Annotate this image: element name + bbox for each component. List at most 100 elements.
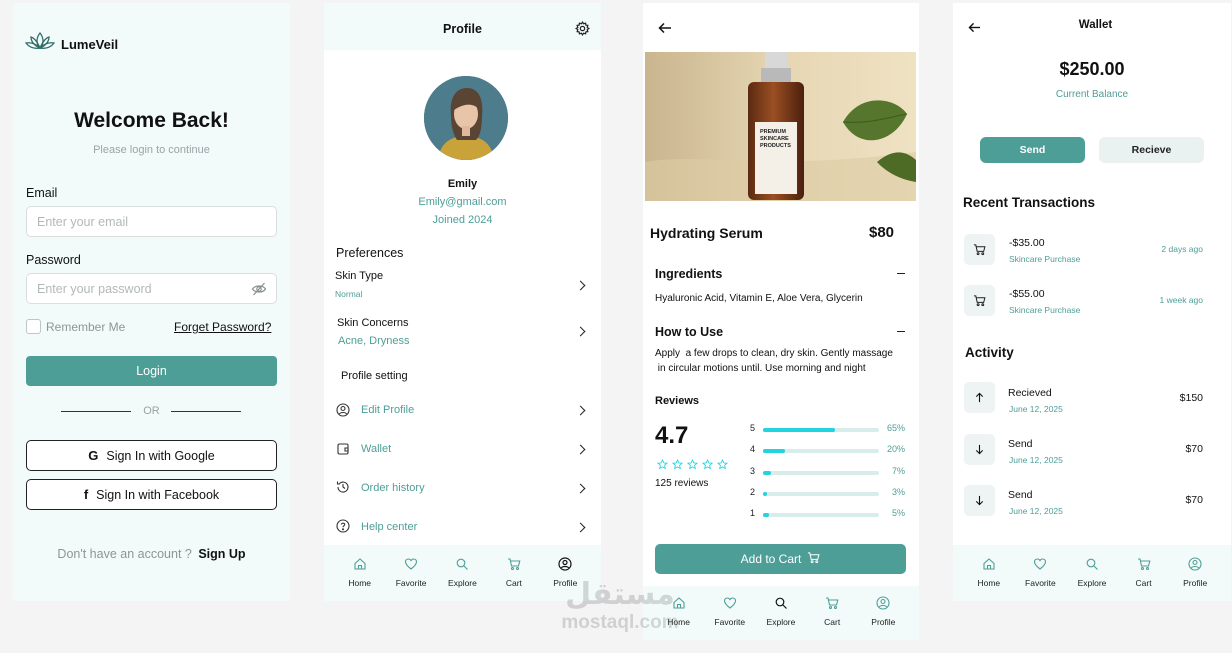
- rating-percent: 5%: [891, 508, 905, 519]
- nav-profile[interactable]: Profile: [1172, 557, 1218, 588]
- remember-checkbox[interactable]: [26, 319, 41, 334]
- eye-off-icon[interactable]: [251, 281, 267, 300]
- gear-icon[interactable]: [575, 21, 590, 41]
- menu-item-label: Wallet: [361, 443, 392, 455]
- nav-label: Favorite: [395, 578, 427, 588]
- facebook-signin-label: Sign In with Facebook: [96, 487, 220, 502]
- email-placeholder: Enter your email: [37, 214, 129, 229]
- heart-icon: [723, 596, 737, 612]
- rating-bar-fill: [763, 470, 771, 475]
- rating-bar-fill: [763, 449, 786, 454]
- product-image: PREMIUM SKINCARE PRODUCTS: [645, 52, 916, 201]
- activity-amount: $150: [1179, 392, 1203, 404]
- activity-row[interactable]: Send June 12, 2025 $70: [953, 433, 1231, 467]
- transaction-row[interactable]: -$55.00 Skincare Purchase 1 week ago: [953, 284, 1231, 318]
- login-screen: LumeVeil Welcome Back! Please login to c…: [13, 3, 290, 601]
- transaction-desc: Skincare Purchase: [1009, 305, 1081, 315]
- menu-item-edit-profile[interactable]: Edit Profile: [324, 401, 601, 423]
- collapse-icon[interactable]: [897, 273, 905, 274]
- help-icon: [336, 519, 350, 538]
- heart-icon: [1033, 557, 1047, 573]
- chevron-right-icon: [575, 483, 586, 494]
- rating-percent: 20%: [886, 444, 905, 455]
- bottle-label-line: PRODUCTS: [760, 143, 791, 149]
- facebook-icon: f: [83, 487, 89, 502]
- add-to-cart-label: Add to Cart: [740, 552, 802, 566]
- rating-percent: 3%: [891, 486, 905, 497]
- avatar: [424, 76, 508, 160]
- preferences-heading: Preferences: [336, 246, 404, 260]
- rating-bar: [763, 513, 879, 518]
- activity-type: Send: [1008, 438, 1033, 450]
- nav-home[interactable]: Home: [966, 557, 1012, 588]
- email-field[interactable]: Enter your email: [26, 206, 277, 237]
- nav-label: Explore: [766, 617, 796, 627]
- profile-setting-heading: Profile setting: [341, 370, 408, 382]
- signup-link[interactable]: Sign Up: [198, 547, 245, 561]
- password-field[interactable]: Enter your password: [26, 273, 277, 304]
- login-button[interactable]: Login: [26, 356, 277, 386]
- transaction-row[interactable]: -$35.00 Skincare Purchase 2 days ago: [953, 233, 1231, 267]
- how-to-use-line: in circular motions until. Use morning a…: [655, 363, 866, 374]
- nav-cart[interactable]: Cart: [809, 596, 855, 627]
- chevron-right-icon: [575, 326, 586, 337]
- nav-home[interactable]: Home: [337, 557, 383, 588]
- activity-date: June 12, 2025: [1009, 404, 1063, 414]
- add-to-cart-button[interactable]: Add to Cart: [655, 544, 906, 574]
- nav-profile[interactable]: Profile: [860, 596, 906, 627]
- home-icon: [982, 557, 996, 573]
- forgot-password-link[interactable]: Forget Password?: [174, 320, 271, 334]
- bottle-label-line: PREMIUM: [760, 129, 786, 135]
- nav-label: Home: [977, 578, 1001, 588]
- receive-button[interactable]: Recieve: [1099, 137, 1204, 163]
- reviews-heading: Reviews: [655, 395, 700, 407]
- rating-bar: [763, 491, 879, 496]
- cart-icon: [825, 596, 839, 612]
- nav-explore[interactable]: Explore: [1069, 557, 1115, 588]
- rating-bar: [763, 470, 879, 475]
- bottle-label-line: SKINCARE: [760, 136, 789, 142]
- facebook-signin-button[interactable]: f Sign In with Facebook: [26, 479, 277, 510]
- activity-heading: Activity: [965, 345, 1014, 360]
- menu-item-wallet[interactable]: Wallet: [324, 440, 601, 462]
- activity-row[interactable]: Recieved June 12, 2025 $150: [953, 381, 1231, 415]
- skin-concerns-label: Skin Concerns: [337, 317, 409, 329]
- rating-star-label: 3: [750, 465, 756, 476]
- nav-cart[interactable]: Cart: [1121, 557, 1167, 588]
- star-icon: [701, 457, 714, 475]
- skin-type-row[interactable]: Skin Type Normal: [324, 265, 601, 303]
- nav-favorite[interactable]: Favorite: [1017, 557, 1063, 588]
- nav-label: Favorite: [714, 617, 746, 627]
- watermark-latin: mostaql.com: [561, 612, 679, 633]
- collapse-icon[interactable]: [897, 331, 905, 332]
- rating-percent: 7%: [891, 465, 905, 476]
- login-button-label: Login: [136, 364, 167, 378]
- cart-icon: [964, 234, 995, 265]
- activity-date: June 12, 2025: [1009, 455, 1063, 465]
- user-circle-icon: [336, 403, 350, 422]
- google-signin-label: Sign In with Google: [106, 448, 215, 463]
- menu-item-order-history[interactable]: Order history: [324, 478, 601, 500]
- nav-label: Explore: [1077, 578, 1107, 588]
- chevron-right-icon: [575, 522, 586, 533]
- nav-label: Favorite: [1025, 578, 1056, 588]
- rating-bar-fill: [763, 428, 835, 432]
- nav-favorite[interactable]: Favorite: [707, 596, 753, 627]
- search-icon: [455, 557, 469, 573]
- nav-favorite[interactable]: Favorite: [388, 557, 434, 588]
- arrow-left-icon[interactable]: [658, 21, 672, 39]
- how-to-use-heading: How to Use: [655, 325, 724, 339]
- activity-type: Send: [1008, 489, 1033, 501]
- nav-cart[interactable]: Cart: [491, 557, 537, 588]
- activity-row[interactable]: Send June 12, 2025 $70: [953, 484, 1231, 518]
- menu-item-help-center[interactable]: Help center: [324, 517, 601, 539]
- ingredients-heading: Ingredients: [655, 267, 723, 281]
- send-button[interactable]: Send: [980, 137, 1085, 163]
- skin-concerns-row[interactable]: Skin Concerns Acne, Dryness: [324, 311, 601, 349]
- nav-label: Profile: [871, 617, 896, 627]
- nav-explore[interactable]: Explore: [758, 596, 804, 627]
- cart-icon: [964, 285, 995, 316]
- home-icon: [353, 557, 367, 573]
- nav-explore[interactable]: Explore: [439, 557, 485, 588]
- google-signin-button[interactable]: G Sign In with Google: [26, 440, 277, 471]
